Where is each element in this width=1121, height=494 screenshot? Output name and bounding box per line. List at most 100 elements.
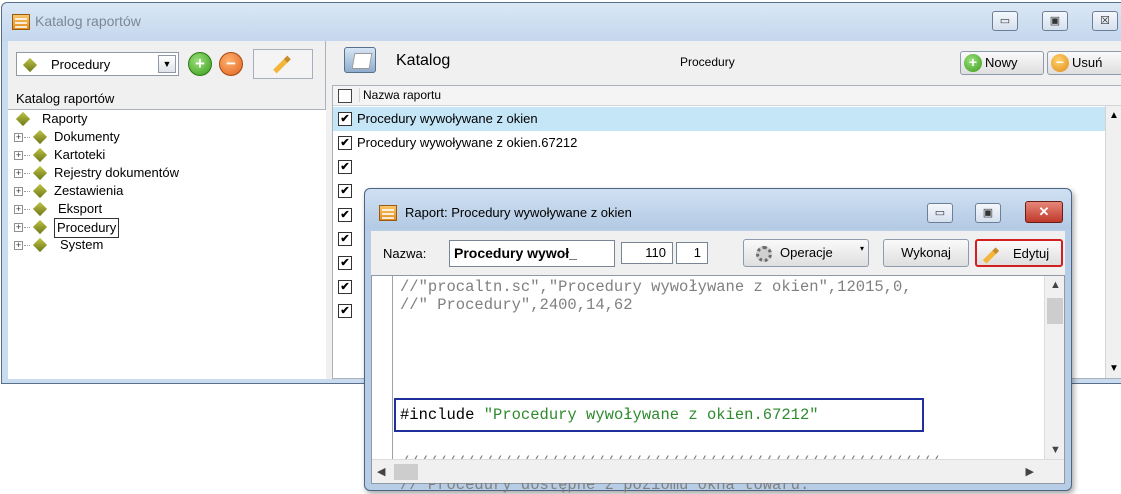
plus-icon: + xyxy=(964,54,982,72)
dialog-title-bar: Raport: Procedury wywoływane z okien ▭ ▣… xyxy=(365,189,1071,229)
pencil-icon xyxy=(982,247,1000,264)
title-bar: Katalog raportów ▭ ▣ ☒ xyxy=(2,3,1121,41)
scroll-thumb[interactable] xyxy=(1047,298,1063,324)
tree-item-label: Rejestry dokumentów xyxy=(54,165,179,180)
row-checkbox[interactable]: ✔ xyxy=(338,136,352,150)
edit-button[interactable]: Edytuj xyxy=(975,239,1063,267)
operations-button[interactable]: Operacje ▾ xyxy=(743,239,869,267)
new-report-button[interactable]: + Nowy xyxy=(960,51,1044,75)
table-row[interactable]: ✔ Procedury wywoływane z okien.67212 xyxy=(333,131,1105,155)
catalog-tree: Raporty + Dokumenty + Kartoteki + Rejest… xyxy=(8,109,326,379)
expand-icon[interactable]: + xyxy=(14,187,23,196)
code-gutter xyxy=(392,276,393,459)
tree-item-label: Dokumenty xyxy=(54,129,120,144)
diamond-icon xyxy=(22,57,38,73)
tree-connector xyxy=(24,173,30,174)
close-button[interactable]: ☒ xyxy=(1092,11,1118,31)
scroll-right-icon[interactable]: ▶ xyxy=(1026,465,1034,478)
run-button[interactable]: Wykonaj xyxy=(883,239,969,267)
diamond-icon xyxy=(32,219,48,235)
editor-hscrollbar[interactable]: ◀ ▶ xyxy=(372,459,1064,483)
code-editor[interactable]: //"procaltn.sc","Procedury wywoływane z … xyxy=(371,275,1065,494)
tree-connector xyxy=(24,137,30,138)
include-line: #include "Procedury wywoływane z okien.6… xyxy=(400,406,819,424)
scroll-up-icon[interactable]: ▲ xyxy=(1050,279,1061,291)
expand-icon[interactable]: + xyxy=(14,205,23,214)
left-panel: Procedury ▼ + − Katalog raportów Raporty… xyxy=(8,41,326,379)
maximize-button[interactable]: ▣ xyxy=(1042,11,1068,31)
row-checkbox[interactable]: ✔ xyxy=(338,280,352,294)
edit-label: Edytuj xyxy=(1013,246,1050,261)
scroll-up-icon[interactable]: ▲ xyxy=(1109,110,1119,121)
list-header: Nazwa raportu xyxy=(333,86,1121,106)
dialog-title: Raport: Procedury wywoływane z okien xyxy=(405,205,632,220)
row-checkbox[interactable]: ✔ xyxy=(338,208,352,222)
row-checkbox[interactable]: ✔ xyxy=(338,232,352,246)
scroll-down-icon[interactable]: ▼ xyxy=(1050,444,1061,456)
diamond-icon xyxy=(32,201,48,217)
tree-connector xyxy=(24,245,30,246)
editor-vscrollbar[interactable]: ▲ ▼ xyxy=(1044,276,1064,459)
name-field[interactable]: Procedury wywoł_ xyxy=(449,240,615,267)
row-checkbox[interactable]: ✔ xyxy=(338,256,352,270)
scroll-left-icon[interactable]: ◀ xyxy=(377,465,385,478)
minus-icon: − xyxy=(1051,54,1069,72)
diamond-icon xyxy=(32,237,48,253)
plus-icon: + xyxy=(195,54,205,73)
include-keyword: #include xyxy=(400,406,484,424)
tree-connector xyxy=(24,191,30,192)
diamond-icon xyxy=(15,111,31,127)
catalog-heading: Katalog xyxy=(396,52,451,69)
minus-icon: − xyxy=(226,54,236,73)
scroll-down-icon[interactable]: ▼ xyxy=(1109,363,1119,374)
tree-item-label: Raporty xyxy=(42,111,88,126)
number-field[interactable]: 110 xyxy=(621,242,673,264)
new-report-label: Nowy xyxy=(985,55,1018,70)
code-line: //" Procedury",2400,14,62 xyxy=(400,296,633,314)
table-row[interactable]: ✔ xyxy=(333,155,1105,179)
code-line: //"procaltn.sc","Procedury wywoływane z … xyxy=(400,278,912,296)
expand-icon[interactable]: + xyxy=(14,169,23,178)
row-checkbox[interactable]: ✔ xyxy=(338,112,352,126)
diamond-icon xyxy=(32,183,48,199)
delete-report-button[interactable]: − Usuń xyxy=(1047,51,1121,75)
operations-label: Operacje xyxy=(780,245,833,260)
chevron-down-icon[interactable]: ▼ xyxy=(158,55,176,73)
remove-catalog-button[interactable]: − xyxy=(219,52,243,76)
diamond-icon xyxy=(32,165,48,181)
window-title: Katalog raportów xyxy=(35,13,141,29)
expand-icon[interactable]: + xyxy=(14,241,23,250)
tree-item-label: Procedury xyxy=(54,218,120,238)
row-checkbox[interactable]: ✔ xyxy=(338,184,352,198)
row-name: Procedury wywoływane z okien.67212 xyxy=(357,135,578,150)
diamond-icon xyxy=(32,147,48,163)
number-field[interactable]: 1 xyxy=(676,242,708,264)
add-catalog-button[interactable]: + xyxy=(188,52,212,76)
dialog-minimize-button[interactable]: ▭ xyxy=(927,203,953,223)
name-label: Nazwa: xyxy=(383,246,427,261)
catalog-folder-icon xyxy=(344,47,376,73)
scroll-thumb[interactable] xyxy=(394,464,418,480)
table-row[interactable]: ✔ Procedury wywoływane z okien xyxy=(333,107,1105,131)
expand-icon[interactable]: + xyxy=(14,133,23,142)
chevron-down-icon: ▾ xyxy=(859,244,864,253)
pencil-icon xyxy=(273,55,291,74)
expand-icon[interactable]: + xyxy=(14,151,23,160)
list-scrollbar[interactable]: ▲ ▼ xyxy=(1105,106,1121,378)
dialog-close-button[interactable]: ✕ xyxy=(1025,201,1063,223)
minimize-button[interactable]: ▭ xyxy=(992,11,1018,31)
catalog-subheading: Procedury xyxy=(680,55,735,69)
select-all-checkbox[interactable] xyxy=(338,89,352,103)
column-header-name[interactable]: Nazwa raportu xyxy=(359,88,441,102)
expand-icon[interactable]: + xyxy=(14,223,23,232)
catalog-combo[interactable]: Procedury ▼ xyxy=(16,52,179,76)
dialog-maximize-button[interactable]: ▣ xyxy=(975,203,1001,223)
edit-catalog-button[interactable] xyxy=(253,49,313,79)
tree-item-label: Kartoteki xyxy=(54,147,106,162)
tree-connector xyxy=(24,155,30,156)
row-checkbox[interactable]: ✔ xyxy=(338,304,352,318)
tree-item-label: System xyxy=(60,237,104,252)
tree-item-label: Eksport xyxy=(58,201,103,216)
report-dialog: Raport: Procedury wywoływane z okien ▭ ▣… xyxy=(364,188,1072,494)
row-checkbox[interactable]: ✔ xyxy=(338,160,352,174)
